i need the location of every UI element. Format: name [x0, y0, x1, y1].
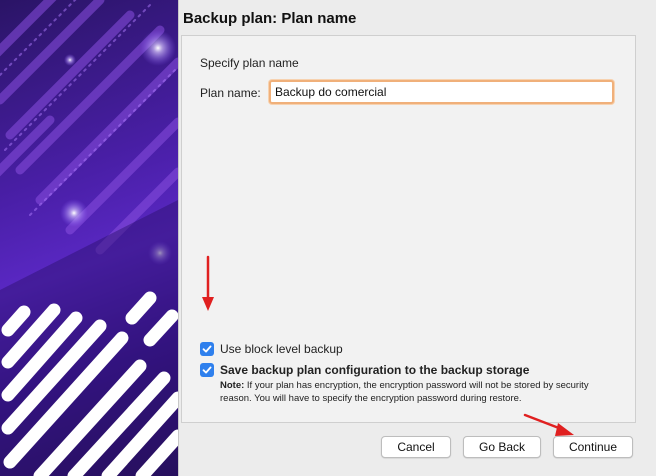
cancel-button[interactable]: Cancel	[381, 436, 451, 458]
block-level-label: Use block level backup	[220, 342, 343, 356]
checkmark-icon	[202, 345, 212, 353]
note-text: If your plan has encryption, the encrypt…	[220, 380, 589, 404]
plan-name-label: Plan name:	[200, 86, 261, 100]
encryption-note: Note: If your plan has encryption, the e…	[220, 379, 620, 405]
annotation-arrow-right-icon	[523, 413, 574, 436]
note-prefix: Note:	[220, 380, 245, 391]
block-level-checkbox[interactable]	[200, 342, 214, 356]
dialog-title: Backup plan: Plan name	[183, 10, 357, 27]
block-level-option[interactable]: Use block level backup	[200, 342, 343, 356]
banner-divider	[178, 0, 179, 476]
side-banner-art	[0, 0, 178, 476]
save-config-label: Save backup plan configuration to the ba…	[220, 363, 530, 377]
plan-name-heading: Specify plan name	[200, 56, 299, 70]
plan-name-input[interactable]	[269, 80, 614, 104]
save-config-checkbox[interactable]	[200, 363, 214, 377]
checkmark-icon	[202, 366, 212, 374]
save-config-option[interactable]: Save backup plan configuration to the ba…	[200, 363, 529, 377]
annotation-arrow-down-icon	[202, 255, 214, 311]
